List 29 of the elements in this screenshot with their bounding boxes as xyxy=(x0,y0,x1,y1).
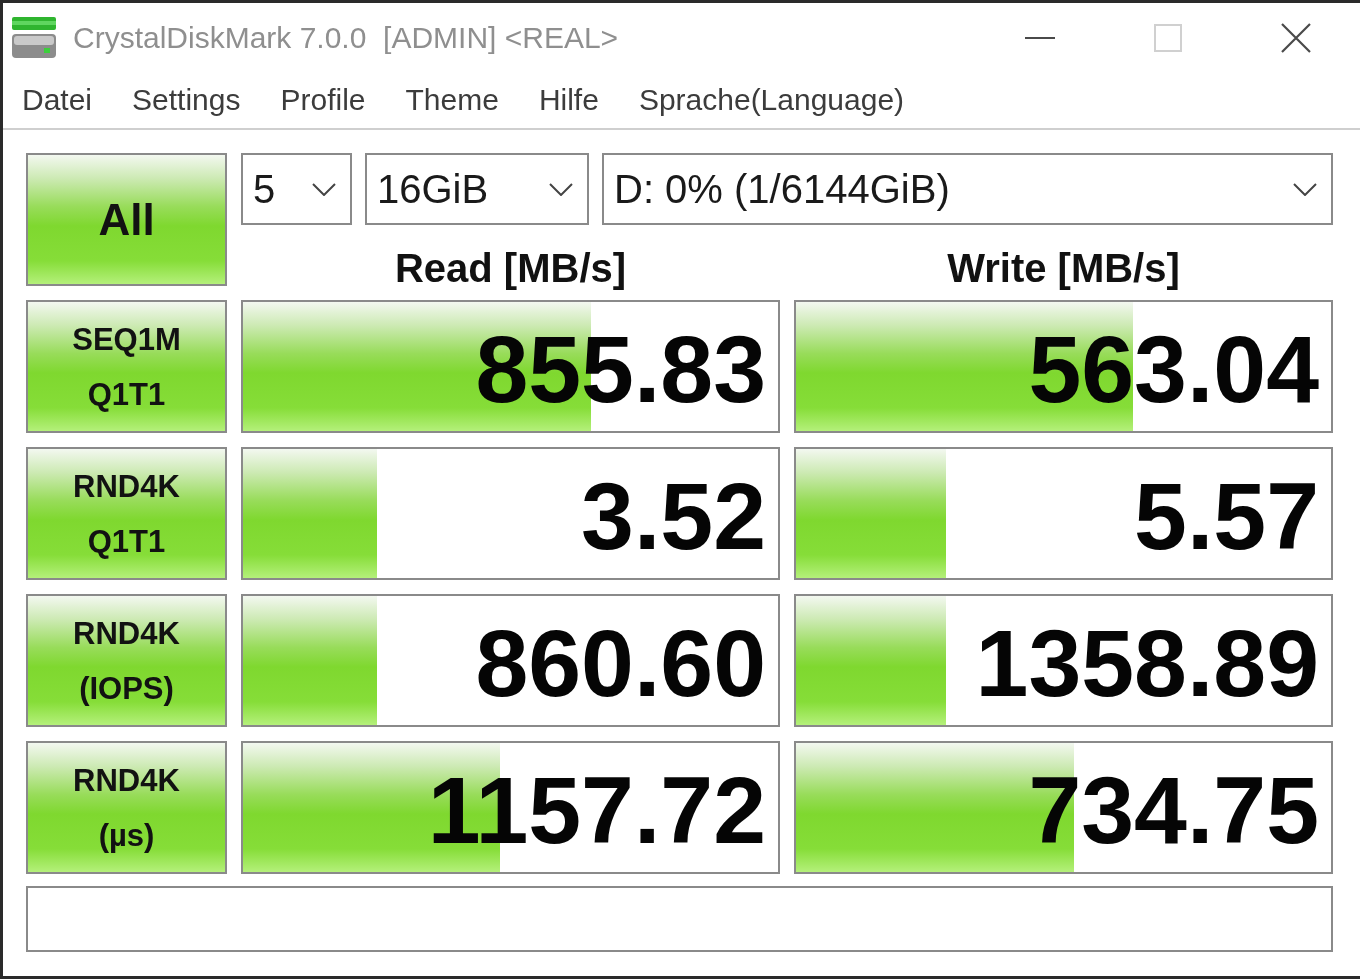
chevron-icon xyxy=(1293,182,1317,196)
menu-item[interactable]: Sprache(Language) xyxy=(638,83,905,117)
test-button[interactable]: RND4K (IOPS) xyxy=(26,594,227,727)
test-button[interactable]: SEQ1M Q1T1 xyxy=(26,300,227,433)
menu-item[interactable]: Profile xyxy=(280,83,366,117)
maximize-icon xyxy=(1154,23,1182,52)
result-value: 1358.89 xyxy=(975,616,1320,711)
result-value: 5.57 xyxy=(1134,469,1320,564)
result-value: 3.52 xyxy=(581,469,767,564)
menu-item[interactable]: Settings xyxy=(132,83,241,117)
test-button[interactable]: RND4K Q1T1 xyxy=(26,447,227,580)
drive-dropdown[interactable]: D: 0% (1/6144GiB) xyxy=(602,153,1333,225)
drive-icon xyxy=(11,16,57,59)
chevron-icon xyxy=(312,182,336,196)
menu-item[interactable]: Datei xyxy=(22,83,93,117)
test-button[interactable]: RND4K (µs) xyxy=(26,741,227,874)
menu-item[interactable]: Hilfe xyxy=(538,83,599,117)
minimize-icon xyxy=(1025,36,1055,39)
result-value: 860.60 xyxy=(475,616,767,711)
menu-item[interactable]: Theme xyxy=(405,83,499,117)
all-button[interactable]: All xyxy=(26,153,227,286)
comment-field[interactable] xyxy=(26,886,1333,952)
column-header: Read [MB/s] xyxy=(394,246,627,291)
column-header: Write [MB/s] xyxy=(947,246,1180,291)
count-dropdown[interactable]: 5 xyxy=(241,153,352,225)
window-title: CrystalDiskMark 7.0.0 [ADMIN] <REAL> xyxy=(73,20,619,55)
size-dropdown[interactable]: 16GiB xyxy=(365,153,589,225)
chevron-icon xyxy=(549,182,573,196)
close-icon xyxy=(1281,22,1311,53)
